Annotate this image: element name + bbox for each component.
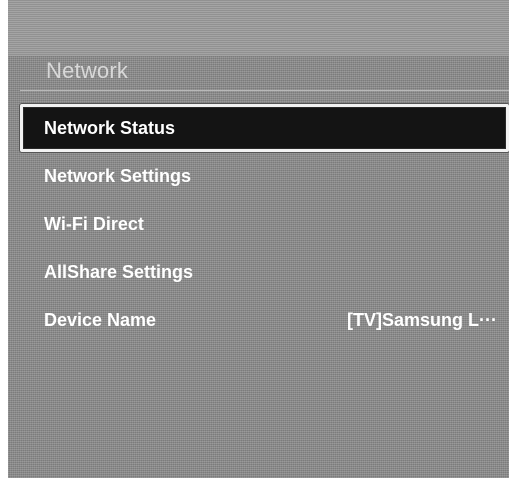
menu-item-label: Network Status xyxy=(44,118,176,138)
menu-item-label: Device Name xyxy=(44,310,157,330)
device-name-value: [TV]Samsung L··· xyxy=(347,310,497,330)
menu-item-label: AllShare Settings xyxy=(44,262,194,282)
menu-item-network-settings[interactable]: Network Settings xyxy=(20,152,509,200)
title-divider xyxy=(20,90,509,91)
menu-list: Network Status Network Settings Wi-Fi Di… xyxy=(20,104,509,344)
menu-item-label: Network Settings xyxy=(44,166,192,186)
menu-item-wifi-direct[interactable]: Wi-Fi Direct xyxy=(20,200,509,248)
menu-item-device-name[interactable]: Device Name [TV]Samsung L··· xyxy=(20,296,509,344)
network-menu-panel: Network Network Status Network Settings … xyxy=(8,0,509,478)
menu-item-label: Wi-Fi Direct xyxy=(44,214,144,234)
menu-title: Network xyxy=(46,58,129,83)
menu-item-network-status[interactable]: Network Status xyxy=(20,104,509,152)
menu-item-allshare-settings[interactable]: AllShare Settings xyxy=(20,248,509,296)
top-band xyxy=(8,0,509,56)
